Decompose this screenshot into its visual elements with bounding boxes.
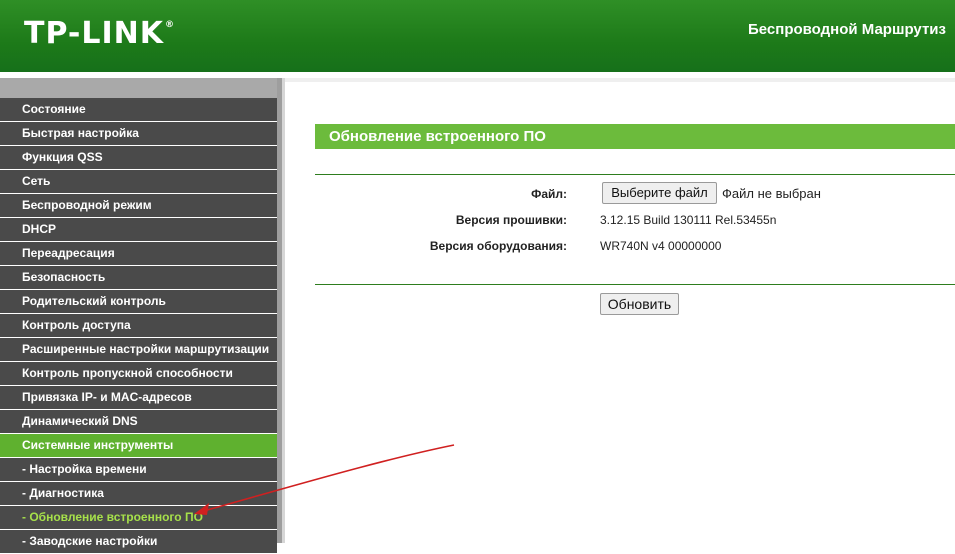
sidebar-item-advanced-routing[interactable]: Расширенные настройки маршрутизации xyxy=(0,338,277,361)
divider-top xyxy=(315,174,955,175)
tp-link-logo: TP-LINK® xyxy=(24,16,176,51)
header-title: Беспроводной Маршрутиз xyxy=(748,21,946,38)
sidebar-item-dhcp[interactable]: DHCP xyxy=(0,218,277,241)
firmware-version-value: 3.12.15 Build 130111 Rel.53455n xyxy=(600,213,777,227)
sidebar-item-network[interactable]: Сеть xyxy=(0,170,277,193)
firmware-version-label: Версия прошивки: xyxy=(455,213,567,227)
choose-file-button[interactable]: Выберите файл xyxy=(602,182,717,204)
sidebar-item-security[interactable]: Безопасность xyxy=(0,266,277,289)
file-label: Файл: xyxy=(531,187,567,201)
file-status: Файл не выбран xyxy=(722,186,821,201)
divider-bottom xyxy=(315,284,955,285)
sidebar-item-parental-control[interactable]: Родительский контроль xyxy=(0,290,277,313)
sidebar-item-forwarding[interactable]: Переадресация xyxy=(0,242,277,265)
sidebar-item-status[interactable]: Состояние xyxy=(0,98,277,121)
upgrade-button[interactable]: Обновить xyxy=(600,293,679,315)
hardware-version-value: WR740N v4 00000000 xyxy=(600,239,722,253)
hardware-version-label: Версия оборудования: xyxy=(429,239,567,253)
sidebar-menu: Состояние Быстрая настройка Функция QSS Сет… xyxy=(0,98,277,554)
sidebar-item-bandwidth-control[interactable]: Контроль пропускной способности xyxy=(0,362,277,385)
main-top-bar xyxy=(285,78,955,82)
sidebar-item-time-settings[interactable]: - Настройка времени xyxy=(0,458,277,481)
sidebar-item-factory-defaults[interactable]: - Заводские настройки xyxy=(0,530,277,553)
sidebar-top-bar xyxy=(0,78,277,98)
sidebar-item-qss[interactable]: Функция QSS xyxy=(0,146,277,169)
sidebar-item-wireless[interactable]: Беспроводной режим xyxy=(0,194,277,217)
sidebar-item-quick-setup[interactable]: Быстрая настройка xyxy=(0,122,277,145)
sidebar-item-diagnostics[interactable]: - Диагностика xyxy=(0,482,277,505)
sidebar-item-ddns[interactable]: Динамический DNS xyxy=(0,410,277,433)
section-title: Обновление встроенного ПО xyxy=(315,124,955,149)
header: TP-LINK® Беспроводной Маршрутиз xyxy=(0,0,955,72)
sidebar-shadow xyxy=(282,78,285,543)
sidebar-item-ip-mac-binding[interactable]: Привязка IP- и MAC-адресов xyxy=(0,386,277,409)
sidebar-item-access-control[interactable]: Контроль доступа xyxy=(0,314,277,337)
sidebar-item-firmware-upgrade[interactable]: - Обновление встроенного ПО xyxy=(0,506,277,529)
sidebar-item-system-tools[interactable]: Системные инструменты xyxy=(0,434,277,457)
